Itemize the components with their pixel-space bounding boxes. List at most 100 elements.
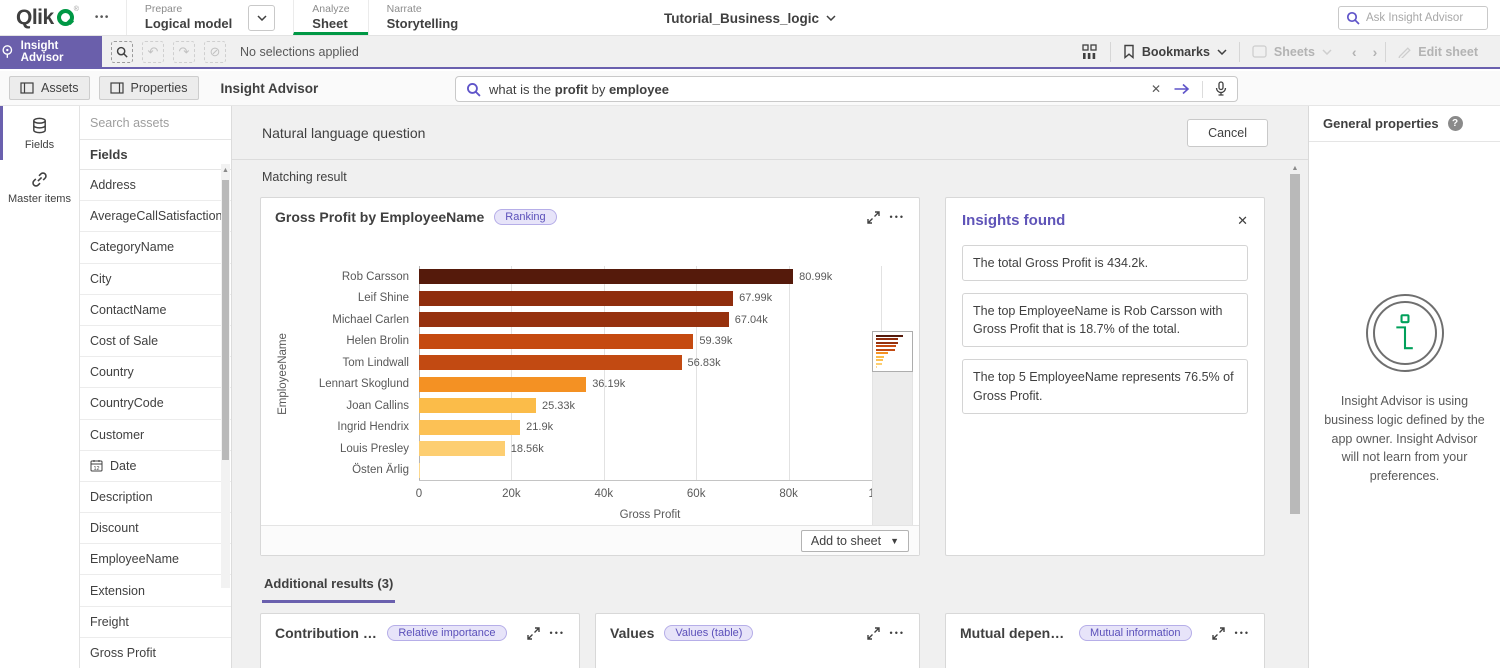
sidebar-item-master-items[interactable]: Master items xyxy=(0,160,79,214)
help-icon[interactable]: ? xyxy=(1448,116,1463,131)
scrollbar-thumb[interactable] xyxy=(222,180,229,460)
field-item[interactable]: 12 Description xyxy=(80,482,231,513)
field-label: Cost of Sale xyxy=(90,334,158,348)
app-title[interactable]: Tutorial_Business_logic xyxy=(664,0,836,36)
menu-icon[interactable]: ••• xyxy=(550,628,565,638)
field-item[interactable]: 12 Address xyxy=(80,170,231,201)
nav-label: Storytelling xyxy=(387,16,459,32)
add-to-sheet-button[interactable]: Add to sheet ▼ xyxy=(801,530,909,552)
field-item[interactable]: 12 Discount xyxy=(80,513,231,544)
nav-prepare[interactable]: Prepare Logical model xyxy=(126,0,293,35)
ask-insight-advisor-box[interactable] xyxy=(1338,6,1488,30)
category-label[interactable]: Helen Brolin xyxy=(261,335,419,347)
menu-icon[interactable]: ••• xyxy=(1235,628,1250,638)
field-item[interactable]: 12 AverageCallSatisfaction xyxy=(80,201,231,232)
submit-arrow-icon[interactable] xyxy=(1173,83,1190,95)
properties-toggle-button[interactable]: Properties xyxy=(99,76,199,100)
sheets-button[interactable]: Sheets xyxy=(1240,36,1344,67)
ask-insight-advisor-input[interactable] xyxy=(1366,12,1476,24)
category-label[interactable]: Louis Presley xyxy=(261,443,419,455)
expand-icon[interactable] xyxy=(1212,627,1225,640)
close-icon[interactable]: ✕ xyxy=(1237,213,1248,229)
question-text[interactable]: what is the profit by employee xyxy=(489,82,669,97)
scroll-up-icon[interactable]: ▲ xyxy=(221,164,230,178)
edit-sheet-button[interactable]: Edit sheet xyxy=(1386,36,1490,67)
category-label[interactable]: Leif Shine xyxy=(261,292,419,304)
assets-scrollbar[interactable]: ▲ xyxy=(221,164,230,588)
category-label[interactable]: Rob Carsson xyxy=(261,271,419,283)
chart-minimap[interactable] xyxy=(872,331,913,549)
scrollbar-thumb[interactable] xyxy=(1290,174,1300,514)
selections-search-icon[interactable] xyxy=(111,41,133,63)
minimap-bars[interactable] xyxy=(872,331,913,372)
no-selections-label: No selections applied xyxy=(240,45,359,59)
field-item[interactable]: 12 Country xyxy=(80,357,231,388)
minimap-track[interactable] xyxy=(872,372,913,549)
category-label[interactable]: Östen Ärlig xyxy=(261,464,419,476)
bar[interactable] xyxy=(419,269,793,284)
assets-label: Assets xyxy=(41,81,79,95)
category-label[interactable]: Ingrid Hendrix xyxy=(261,421,419,433)
qlik-logo[interactable]: Qlik ® xyxy=(0,0,79,35)
left-panel-icon xyxy=(20,82,34,94)
card-badge: Mutual information xyxy=(1079,625,1192,641)
sidebar-item-fields[interactable]: Fields xyxy=(0,106,79,160)
bar[interactable] xyxy=(419,398,536,413)
more-icon[interactable]: ••• xyxy=(79,0,126,35)
expand-icon[interactable] xyxy=(867,627,880,640)
bar[interactable] xyxy=(419,420,520,435)
expand-icon[interactable] xyxy=(527,627,540,640)
sidebar-item-label: Master items xyxy=(8,193,71,205)
category-label[interactable]: Tom Lindwall xyxy=(261,357,419,369)
fields-icon xyxy=(30,116,49,135)
bar[interactable] xyxy=(419,463,420,478)
cancel-button[interactable]: Cancel xyxy=(1187,119,1268,147)
menu-icon[interactable]: ••• xyxy=(890,628,905,638)
nav-narrate[interactable]: Narrate Storytelling xyxy=(368,0,477,35)
tab-additional-results[interactable]: Additional results (3) xyxy=(262,576,395,603)
search-assets-input[interactable] xyxy=(80,106,231,140)
field-item[interactable]: 12 CategoryName xyxy=(80,232,231,263)
nav-analyze[interactable]: Analyze Sheet xyxy=(293,0,367,35)
bar[interactable] xyxy=(419,312,729,327)
category-label[interactable]: Lennart Skoglund xyxy=(261,378,419,390)
bar[interactable] xyxy=(419,334,693,349)
field-label: Date xyxy=(110,459,136,473)
bookmarks-button[interactable]: Bookmarks xyxy=(1111,36,1239,67)
field-item[interactable]: 12 City xyxy=(80,264,231,295)
chart-row: Tom Lindwall56.83k xyxy=(261,352,881,374)
chevron-down-icon xyxy=(1322,49,1332,55)
insight-advisor-button[interactable]: Insight Advisor xyxy=(0,36,102,67)
question-search-box[interactable]: what is the profit by employee ✕ xyxy=(455,76,1238,102)
field-item[interactable]: 12 CountryCode xyxy=(80,388,231,419)
app-objects-button[interactable] xyxy=(1070,36,1110,67)
chevron-left-icon[interactable]: ‹ xyxy=(1344,44,1365,60)
bar[interactable] xyxy=(419,355,682,370)
category-label[interactable]: Joan Callins xyxy=(261,400,419,412)
field-item[interactable]: 12 Extension xyxy=(80,575,231,606)
clear-selections-icon[interactable]: ⊘ xyxy=(204,41,226,63)
category-label[interactable]: Michael Carlen xyxy=(261,314,419,326)
chevron-right-icon[interactable]: › xyxy=(1365,44,1386,60)
bar[interactable] xyxy=(419,377,586,392)
assets-toggle-button[interactable]: Assets xyxy=(9,76,90,100)
undo-icon[interactable]: ↶ xyxy=(142,41,164,63)
redo-icon[interactable]: ↷ xyxy=(173,41,195,63)
field-item[interactable]: 12 Customer xyxy=(80,420,231,451)
field-item[interactable]: 12 EmployeeName xyxy=(80,544,231,575)
field-item[interactable]: 12 Cost of Sale xyxy=(80,326,231,357)
bar[interactable] xyxy=(419,441,505,456)
prepare-dropdown-button[interactable] xyxy=(248,5,275,31)
toolbar: Insight Advisor ↶ ↷ ⊘ No selections appl… xyxy=(0,36,1500,69)
menu-icon[interactable]: ••• xyxy=(890,212,905,222)
field-item[interactable]: 12 Date xyxy=(80,451,231,482)
grid-icon xyxy=(1082,44,1098,60)
bar[interactable] xyxy=(419,291,733,306)
main-scrollbar[interactable]: ▲ xyxy=(1288,162,1302,668)
expand-icon[interactable] xyxy=(867,211,880,224)
clear-icon[interactable]: ✕ xyxy=(1151,82,1161,96)
field-item[interactable]: 12 ContactName xyxy=(80,295,231,326)
microphone-icon[interactable] xyxy=(1215,81,1227,97)
field-item[interactable]: 12 Gross Profit xyxy=(80,638,231,668)
field-item[interactable]: 12 Freight xyxy=(80,607,231,638)
